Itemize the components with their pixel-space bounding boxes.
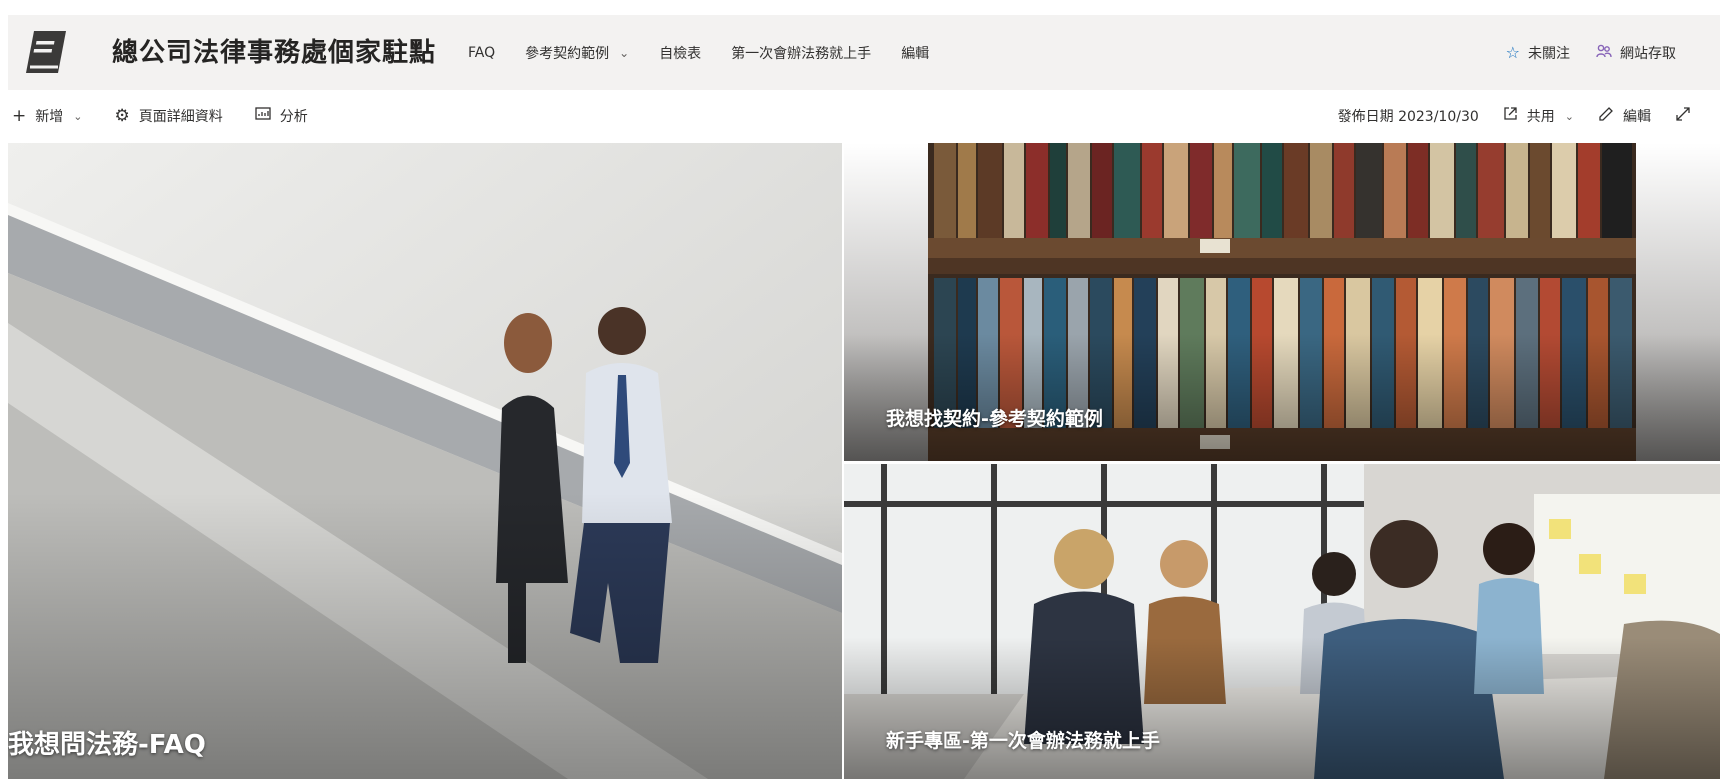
share-label: 共用: [1526, 109, 1555, 125]
plus-icon: +: [12, 106, 27, 126]
analytics-label: 分析: [279, 109, 308, 125]
nav-item-label: 自檢表: [659, 45, 702, 62]
header-actions: ☆ 未關注 網站存取: [1480, 15, 1676, 90]
new-label: 新增: [35, 109, 64, 125]
nav-item-label: 編輯: [901, 45, 930, 62]
nav-item-first-time-guide[interactable]: 第一次會辦法務就上手: [731, 43, 871, 63]
nav-item-label: 第一次會辦法務就上手: [731, 45, 872, 62]
page-details-label: 頁面詳細資料: [138, 109, 223, 125]
chevron-down-icon: ⌄: [73, 109, 83, 123]
command-bar: + 新增 ⌄ ⚙ 頁面詳細資料 分析 發佈日期 2023/10/30 共用 ⌄: [0, 96, 1720, 136]
nav-item-label: 參考契約範例: [525, 45, 610, 62]
star-icon: ☆: [1505, 43, 1520, 62]
hero-tile-contract-samples[interactable]: 我想找契約-參考契約範例: [844, 143, 1720, 461]
hero-tile-caption: 我想找契約-參考契約範例: [886, 408, 1103, 430]
chevron-down-icon: ⌄: [619, 45, 630, 60]
chevron-down-icon: ⌄: [1564, 109, 1574, 123]
analytics-icon: [255, 106, 271, 126]
nav-item-self-checklist[interactable]: 自檢表: [659, 43, 701, 63]
nav-item-label: FAQ: [468, 44, 496, 61]
nav-item-contract-samples[interactable]: 參考契約範例 ⌄: [525, 43, 629, 63]
expand-button[interactable]: [1675, 106, 1700, 127]
follow-label: 未關注: [1528, 45, 1570, 62]
page-details-button[interactable]: ⚙ 頁面詳細資料: [114, 106, 222, 126]
site-header: 總公司法律事務處個家駐點 FAQ 參考契約範例 ⌄ 自檢表 第一次會辦法務就上手…: [8, 15, 1720, 90]
hero-tile-newcomer-zone[interactable]: 新手專區-第一次會辦法務就上手: [844, 464, 1720, 779]
edit-label: 編輯: [1623, 109, 1651, 125]
share-icon: [1503, 106, 1518, 126]
gear-icon: ⚙: [114, 106, 130, 126]
site-title[interactable]: 總公司法律事務處個家駐點: [112, 32, 436, 69]
expand-icon: [1675, 106, 1691, 127]
business-people-stairs-image: [8, 143, 842, 779]
hero-tile-faq[interactable]: 我想問法務-FAQ: [8, 143, 842, 779]
site-access-button[interactable]: 網站存取: [1596, 43, 1676, 63]
new-button[interactable]: + 新增 ⌄: [12, 106, 82, 126]
site-access-label: 網站存取: [1620, 45, 1676, 62]
pencil-icon: [1598, 106, 1614, 127]
edit-button[interactable]: 編輯: [1598, 106, 1651, 127]
hero-tile-caption: 新手專區-第一次會辦法務就上手: [886, 730, 1160, 752]
top-navigation: FAQ 參考契約範例 ⌄ 自檢表 第一次會辦法務就上手 編輯: [468, 15, 959, 90]
share-button[interactable]: 共用 ⌄: [1503, 106, 1574, 126]
nav-item-faq[interactable]: FAQ: [468, 45, 495, 61]
nav-item-edit[interactable]: 編輯: [901, 43, 929, 63]
analytics-button[interactable]: 分析: [255, 106, 308, 126]
hero-tile-caption: 我想問法務-FAQ: [8, 730, 206, 760]
notebook-icon[interactable]: [22, 27, 70, 77]
published-date: 發佈日期 2023/10/30: [1337, 109, 1479, 125]
hero-section: 我想問法務-FAQ 我想找契約-參考契約範例 新手專區-第一次會辦法務就上手: [8, 143, 1720, 779]
people-icon: [1596, 43, 1612, 63]
follow-button[interactable]: ☆ 未關注: [1506, 43, 1570, 63]
